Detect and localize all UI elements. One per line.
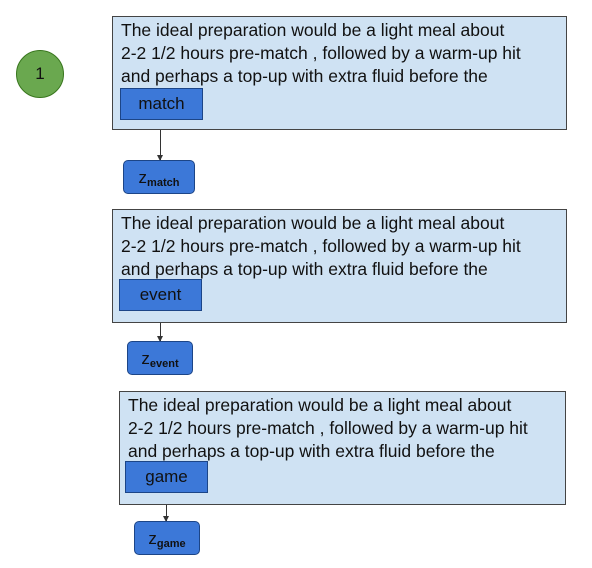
target-word-box-2: event	[119, 279, 202, 311]
z-node-3: z game	[134, 521, 200, 555]
target-word: game	[145, 467, 188, 486]
z-subscript: event	[149, 357, 179, 370]
arrow-1	[157, 130, 163, 161]
sentence-line: The ideal preparation would be a light m…	[121, 20, 505, 40]
step-number-label: 1	[35, 64, 45, 83]
sentence-line: The ideal preparation would be a light m…	[121, 213, 505, 233]
sentence-line: and perhaps a top-up with extra fluid be…	[121, 66, 488, 86]
target-word-box-1: match	[120, 88, 203, 120]
sentence-line: 2-2 1/2 hours pre-match , followed by a …	[128, 418, 528, 438]
z-node-2: z event	[127, 341, 193, 375]
step-number-circle: 1	[16, 50, 64, 98]
target-word: event	[139, 285, 182, 304]
z-subscript: match	[147, 176, 180, 189]
target-word: match	[138, 94, 185, 113]
z-node-1: z match	[123, 160, 195, 194]
arrow-3	[163, 505, 169, 522]
sentence-line: 2-2 1/2 hours pre-match , followed by a …	[121, 236, 521, 256]
sentence-line: and perhaps a top-up with extra fluid be…	[121, 259, 488, 279]
z-base: z	[148, 528, 157, 548]
z-subscript: game	[156, 537, 186, 550]
target-word-box-3: game	[125, 461, 208, 493]
z-base: z	[141, 348, 150, 368]
arrow-2	[157, 323, 163, 342]
sentence-line: and perhaps a top-up with extra fluid be…	[128, 441, 495, 461]
sentence-line: The ideal preparation would be a light m…	[128, 395, 512, 415]
z-base: z	[138, 167, 148, 187]
sentence-line: 2-2 1/2 hours pre-match , followed by a …	[121, 43, 521, 63]
